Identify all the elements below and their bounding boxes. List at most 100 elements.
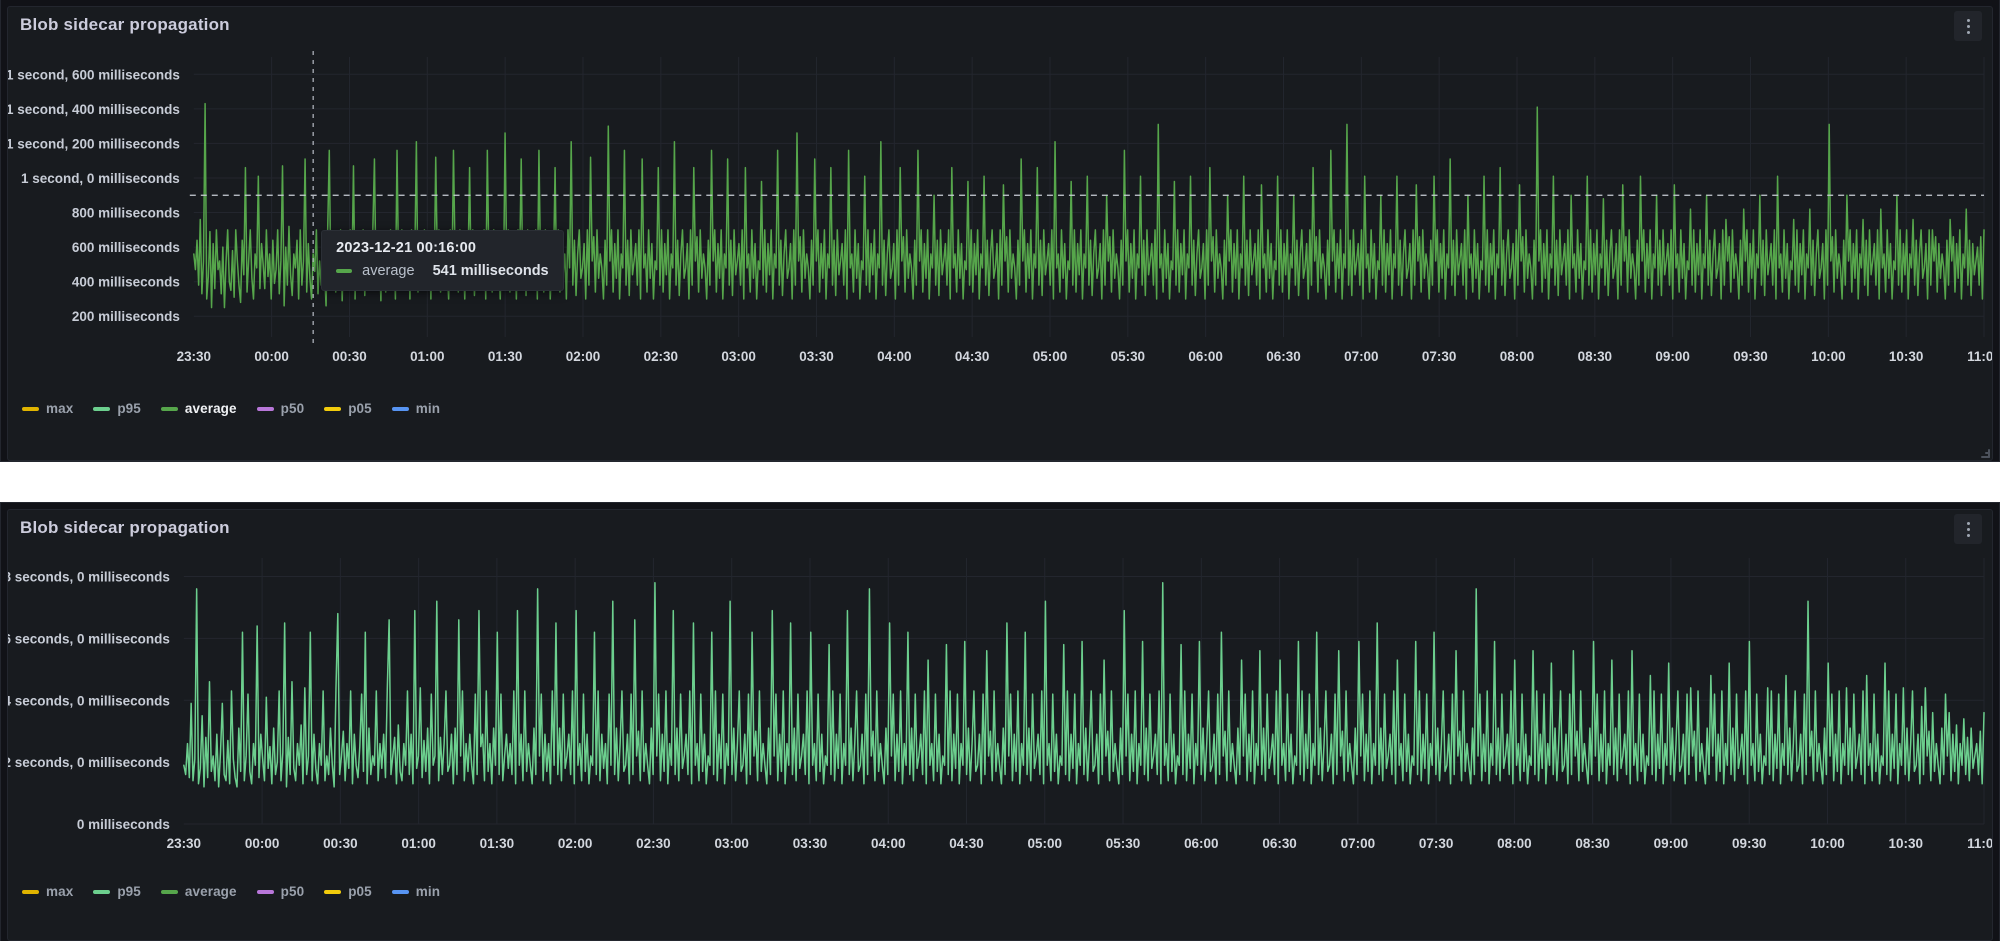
x-axis-tick-label: 00:30 (323, 836, 357, 851)
legend-item-p95[interactable]: p95 (93, 884, 141, 899)
legend-color-swatch (392, 890, 409, 894)
menu-dot (1967, 522, 1970, 525)
legend-item-max[interactable]: max (22, 884, 73, 899)
legend-color-swatch (257, 407, 274, 411)
legend-item-p05[interactable]: p05 (324, 884, 372, 899)
menu-dot (1967, 31, 1970, 34)
plot-area-2[interactable]: 0 milliseconds2 seconds, 0 milliseconds4… (8, 546, 1992, 876)
panel-header-1: Blob sidecar propagation (8, 7, 1992, 43)
legend-item-label: p95 (117, 884, 141, 899)
legend-item-average[interactable]: average (161, 401, 237, 416)
x-axis-tick-label: 23:30 (177, 349, 211, 364)
x-axis-tick-label: 09:00 (1655, 349, 1689, 364)
legend-item-label: average (185, 401, 237, 416)
x-axis-tick-label: 09:30 (1732, 836, 1766, 851)
panel-inner-1: Blob sidecar propagation 200 millisecond… (7, 6, 1993, 461)
legend-item-label: p95 (117, 401, 141, 416)
x-axis-tick-label: 01:30 (480, 836, 514, 851)
legend-color-swatch (93, 890, 110, 894)
x-axis-tick-label: 23:30 (167, 836, 201, 851)
x-axis-tick-label: 01:30 (488, 349, 522, 364)
y-axis-tick-label: 1 second, 0 milliseconds (21, 171, 180, 186)
x-axis-tick-label: 05:30 (1106, 836, 1140, 851)
kebab-menu-icon[interactable] (1954, 11, 1982, 41)
x-axis-tick-label: 11:00 (1967, 349, 1992, 364)
plot-area-1[interactable]: 200 milliseconds400 milliseconds600 mill… (8, 43, 1992, 393)
x-axis-tick-label: 07:30 (1419, 836, 1453, 851)
y-axis-tick-label: 1 second, 400 milliseconds (8, 102, 180, 117)
x-axis-tick-label: 01:00 (401, 836, 435, 851)
legend-item-label: max (46, 401, 73, 416)
resize-bar (1985, 452, 1990, 454)
x-axis-tick-label: 09:30 (1733, 349, 1767, 364)
legend-color-swatch (22, 407, 39, 411)
x-axis-tick-label: 02:00 (558, 836, 592, 851)
legend-color-swatch (324, 890, 341, 894)
y-axis-tick-label: 2 seconds, 0 milliseconds (8, 755, 170, 770)
legend-color-swatch (324, 407, 341, 411)
legend-item-label: min (416, 884, 440, 899)
x-axis-tick-label: 03:30 (799, 349, 833, 364)
x-axis-tick-label: 00:00 (245, 836, 279, 851)
x-axis-tick-label: 03:00 (721, 349, 755, 364)
legend-color-swatch (257, 890, 274, 894)
legend-item-p05[interactable]: p05 (324, 401, 372, 416)
x-axis-tick-label: 10:00 (1810, 836, 1844, 851)
legend-color-swatch (22, 890, 39, 894)
x-axis-tick-label: 07:30 (1422, 349, 1456, 364)
y-axis-tick-label: 0 milliseconds (77, 817, 170, 832)
timeseries-chart-2[interactable]: 0 milliseconds2 seconds, 0 milliseconds4… (8, 546, 1992, 876)
x-axis-tick-label: 10:30 (1888, 836, 1922, 851)
panel-blob-sidecar-propagation-1: Blob sidecar propagation 200 millisecond… (0, 0, 2000, 462)
y-axis-tick-label: 400 milliseconds (72, 275, 180, 290)
x-axis-tick-label: 04:30 (949, 836, 983, 851)
x-axis-tick-label: 11:00 (1967, 836, 1992, 851)
legend-color-swatch (392, 407, 409, 411)
legend-item-p95[interactable]: p95 (93, 401, 141, 416)
x-axis-tick-label: 06:30 (1266, 349, 1300, 364)
panel-inner-2: Blob sidecar propagation 0 milliseconds 2… (7, 509, 1993, 941)
x-axis-tick-label: 06:00 (1184, 836, 1218, 851)
kebab-menu-icon[interactable] (1954, 514, 1982, 544)
x-axis-tick-label: 10:00 (1811, 349, 1845, 364)
x-axis-tick-label: 02:30 (644, 349, 678, 364)
menu-dot (1967, 528, 1970, 531)
legend-item-min[interactable]: min (392, 401, 440, 416)
y-axis-tick-label: 1 second, 200 milliseconds (8, 136, 180, 151)
legend-item-label: min (416, 401, 440, 416)
y-axis-tick-label: 8 seconds, 0 milliseconds (8, 570, 170, 585)
legend-item-label: p05 (348, 884, 372, 899)
x-axis-tick-label: 06:30 (1262, 836, 1296, 851)
panel-blob-sidecar-propagation-2: Blob sidecar propagation 0 milliseconds 2… (0, 502, 2000, 941)
x-axis-tick-label: 09:00 (1654, 836, 1688, 851)
x-axis-tick-label: 00:30 (332, 349, 366, 364)
x-axis-tick-label: 07:00 (1341, 836, 1375, 851)
y-axis-tick-label: 6 seconds, 0 milliseconds (8, 631, 170, 646)
legend-item-max[interactable]: max (22, 401, 73, 416)
x-axis-tick-label: 08:00 (1500, 349, 1534, 364)
legend-2[interactable]: max p95 average p50 p05 min (8, 876, 1992, 902)
x-axis-tick-label: 02:00 (566, 349, 600, 364)
panel-title: Blob sidecar propagation (20, 518, 230, 538)
legend-item-p50[interactable]: p50 (257, 401, 305, 416)
y-axis-tick-label: 1 second, 600 milliseconds (8, 67, 180, 82)
panel-resize-handle[interactable] (1976, 444, 1990, 458)
x-axis-tick-label: 00:00 (254, 349, 288, 364)
legend-item-label: p50 (281, 884, 305, 899)
legend-item-label: p50 (281, 401, 305, 416)
legend-item-label: p05 (348, 401, 372, 416)
timeseries-chart-1[interactable]: 200 milliseconds400 milliseconds600 mill… (8, 43, 1992, 393)
legend-item-average[interactable]: average (161, 884, 237, 899)
series-line-average (194, 104, 1984, 308)
menu-dot (1967, 534, 1970, 537)
x-axis-tick-label: 03:00 (714, 836, 748, 851)
x-axis-tick-label: 10:30 (1889, 349, 1923, 364)
legend-item-min[interactable]: min (392, 884, 440, 899)
x-axis-tick-label: 03:30 (793, 836, 827, 851)
y-axis-tick-label: 800 milliseconds (72, 206, 180, 221)
legend-1[interactable]: max p95 average p50 p05 min (8, 393, 1992, 419)
x-axis-tick-label: 08:30 (1575, 836, 1609, 851)
menu-dot (1967, 25, 1970, 28)
legend-item-p50[interactable]: p50 (257, 884, 305, 899)
legend-color-swatch (161, 890, 178, 894)
